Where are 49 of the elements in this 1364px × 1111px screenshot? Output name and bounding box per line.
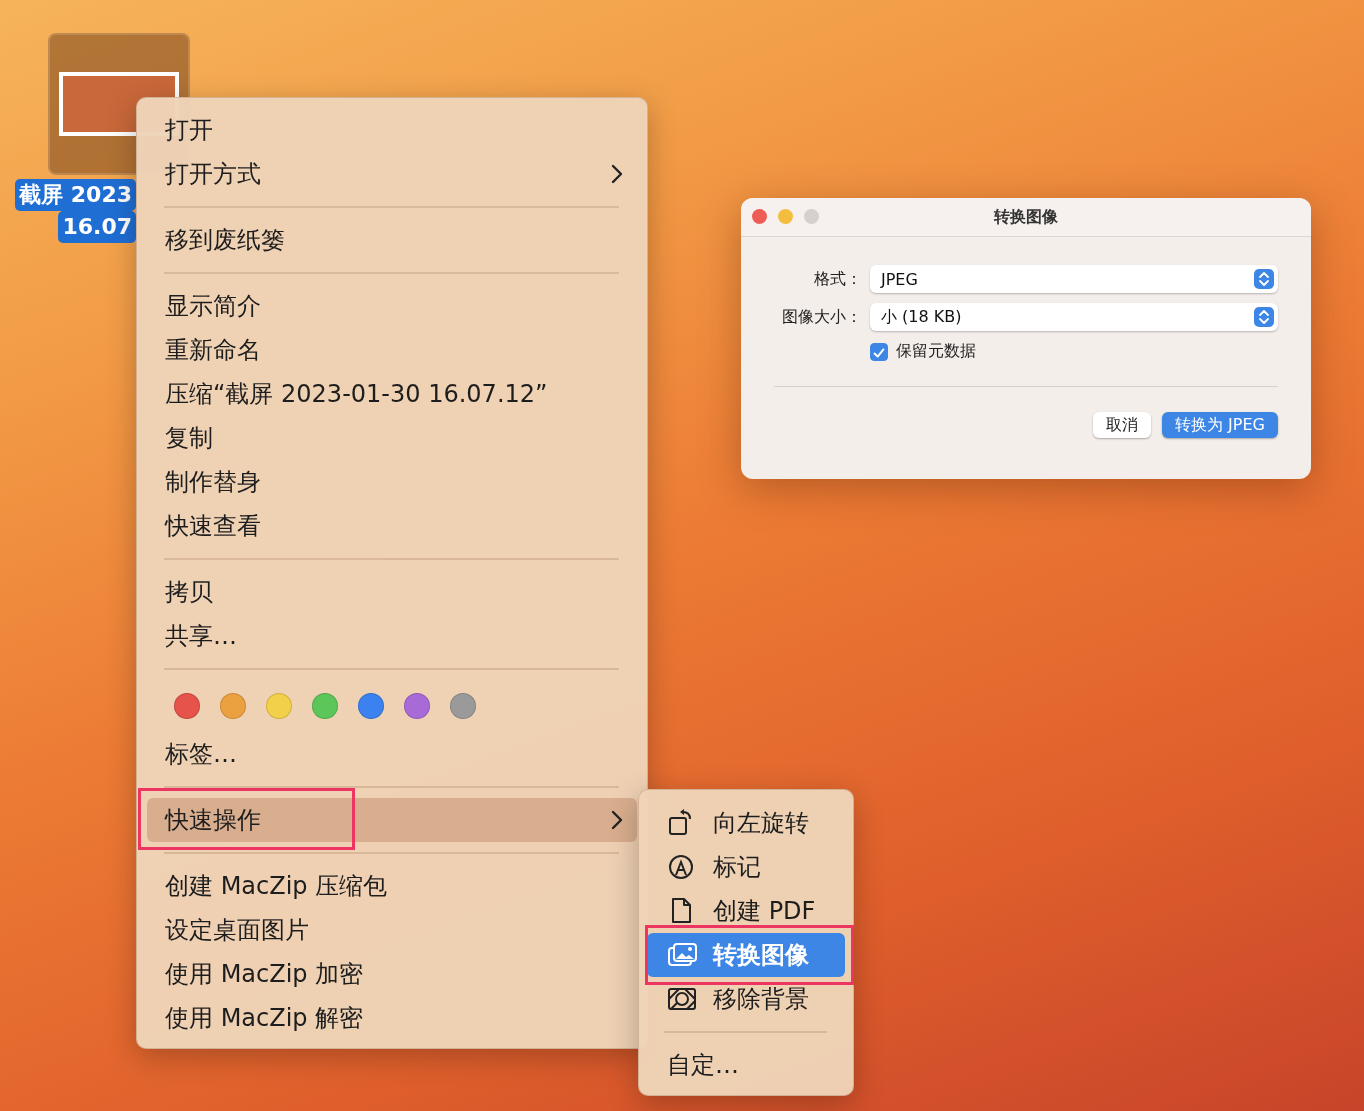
stepper-icon: [1254, 307, 1274, 327]
menu-item[interactable]: 向左旋转: [647, 801, 845, 845]
menu-item[interactable]: 创建 PDF: [647, 889, 845, 933]
chevron-right-icon: [611, 164, 623, 184]
close-button[interactable]: [752, 209, 767, 224]
tag-color-dot[interactable]: [312, 693, 338, 719]
menu-item[interactable]: 移到废纸篓: [147, 218, 637, 262]
tag-color-dot[interactable]: [450, 693, 476, 719]
checkbox-label: 保留元数据: [896, 341, 976, 362]
menu-item[interactable]: 使用 MacZip 加密: [147, 952, 637, 996]
menu-item[interactable]: 复制: [147, 416, 637, 460]
field-label: 图像大小：: [781, 306, 862, 328]
menu-item[interactable]: 创建 MacZip 压缩包: [147, 864, 637, 908]
menu-item[interactable]: 快速操作: [147, 798, 637, 842]
convert-button[interactable]: 转换为 JPEG: [1162, 412, 1278, 438]
hatched-frame-icon: [667, 985, 697, 1013]
menu-item[interactable]: 快速查看: [147, 504, 637, 548]
menu-item[interactable]: 打开: [147, 108, 637, 152]
file-name[interactable]: 16.07: [58, 211, 136, 243]
tag-color-dot[interactable]: [174, 693, 200, 719]
menu-item[interactable]: 显示简介: [147, 284, 637, 328]
menu-item[interactable]: 共享…: [147, 614, 637, 658]
menu-item[interactable]: 移除背景: [647, 977, 845, 1021]
popup-menu[interactable]: 小 (18 KB): [870, 303, 1278, 331]
tag-color-dot[interactable]: [220, 693, 246, 719]
menu-item[interactable]: 拷贝: [147, 570, 637, 614]
cancel-button[interactable]: 取消: [1093, 412, 1152, 438]
menu-item[interactable]: 制作替身: [147, 460, 637, 504]
menu-item[interactable]: 重新命名: [147, 328, 637, 372]
tag-color-dot[interactable]: [266, 693, 292, 719]
menu-item[interactable]: 标签…: [147, 732, 637, 776]
tag-color-dot[interactable]: [404, 693, 430, 719]
minimize-button[interactable]: [778, 209, 793, 224]
menu-item[interactable]: 打开方式: [147, 152, 637, 196]
stepper-icon: [1254, 269, 1274, 289]
menu-item[interactable]: 使用 MacZip 解密: [147, 996, 637, 1040]
checkbox[interactable]: [870, 342, 888, 361]
chevron-right-icon: [611, 810, 623, 830]
menu-item[interactable]: 转换图像: [647, 933, 845, 977]
tag-color-dot[interactable]: [358, 693, 384, 719]
file-name[interactable]: 截屏 2023: [15, 179, 136, 211]
photos-icon: [667, 941, 697, 969]
menu-item[interactable]: 自定…: [647, 1043, 845, 1087]
menu-item[interactable]: 标记: [647, 845, 845, 889]
menu-item[interactable]: 压缩“截屏 2023-01-30 16.07.12”: [147, 372, 637, 416]
field-label: 格式：: [813, 268, 862, 290]
menu-item[interactable]: 设定桌面图片: [147, 908, 637, 952]
popup-menu[interactable]: JPEG: [870, 265, 1278, 293]
window-title: 转换图像: [994, 206, 1058, 228]
